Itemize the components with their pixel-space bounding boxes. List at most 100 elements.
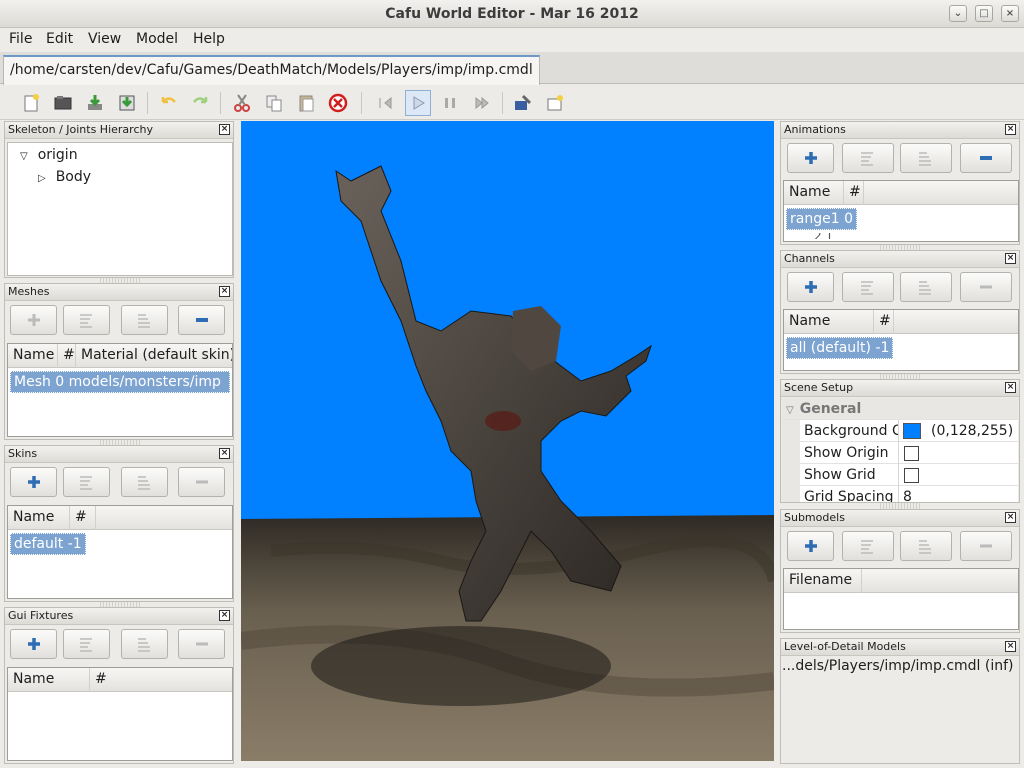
remove-submodel-button[interactable] [960,531,1012,561]
gui-fixtures-list[interactable]: Name # [7,667,233,761]
submodels-list[interactable]: Filename [783,568,1019,630]
redo-icon[interactable] [187,90,213,116]
document-tab[interactable]: /home/carsten/dev/Cafu/Games/DeathMatch/… [3,55,540,85]
list-item[interactable]: all (default) -1 [784,334,1018,362]
background-color-swatch[interactable] [903,423,921,439]
property-row[interactable]: Show Origin [782,442,1018,464]
pause-icon[interactable] [437,90,463,116]
list-item[interactable]: Mesh 0 models/monsters/imp [8,368,232,396]
expanded-arrow-icon[interactable]: ▽ [20,151,28,162]
add-mesh-button[interactable] [10,305,57,335]
move-up-channel-button[interactable] [842,272,894,302]
list-item[interactable]: ...dels/Players/imp/imp.cmdl (inf) [781,656,1019,676]
meshes-list[interactable]: Name # Material (default skin) Mesh 0 mo… [7,343,233,437]
collapsed-arrow-icon[interactable]: ▷ [38,173,46,184]
close-panel-icon[interactable]: × [219,448,230,459]
new-icon[interactable] [18,90,44,116]
channels-list[interactable]: Name # all (default) -1 [783,309,1019,371]
property-row[interactable]: Grid Spacing 8 [782,486,1018,502]
menu-file[interactable]: File [9,31,32,47]
menu-model[interactable]: Model [136,31,178,47]
move-down-submodel-button[interactable] [900,531,952,561]
column-material[interactable]: Material (default skin) [76,344,232,368]
list-item[interactable]: default -1 [8,530,232,558]
settings-icon[interactable] [510,90,536,116]
undo-icon[interactable] [156,90,182,116]
save-as-icon[interactable] [114,90,140,116]
add-animation-button[interactable] [787,143,834,173]
column-number[interactable]: # [70,506,96,530]
copy-icon[interactable] [261,90,287,116]
menu-help[interactable]: Help [193,31,225,47]
rewind-icon[interactable] [373,90,399,116]
remove-channel-button[interactable] [960,272,1012,302]
add-gui-fixture-button[interactable] [10,629,57,659]
new-window-icon[interactable] [542,90,568,116]
move-up-gui-button[interactable] [63,629,110,659]
list-item[interactable]: range1 0 [784,205,1018,233]
minimize-button[interactable]: ⌄ [949,5,967,22]
property-grid[interactable]: ▽ General Background C (0,128,255) Show O… [782,398,1018,502]
property-row[interactable]: Show Grid [782,464,1018,486]
column-filename[interactable]: Filename [784,569,862,593]
close-panel-icon[interactable]: × [1005,512,1016,523]
column-name[interactable]: Name [784,310,874,334]
property-value[interactable]: 8 [903,486,912,502]
close-panel-icon[interactable]: × [1005,382,1016,393]
column-number[interactable]: # [90,668,140,692]
close-panel-icon[interactable]: × [1005,124,1016,135]
close-panel-icon[interactable]: × [219,610,230,621]
paste-icon[interactable] [293,90,319,116]
add-submodel-button[interactable] [787,531,834,561]
move-down-animation-button[interactable] [900,143,952,173]
skeleton-tree[interactable]: ▽ origin ▷ Body [7,142,233,276]
skins-list[interactable]: Name # default -1 [7,505,233,599]
property-value[interactable]: (0,128,255) [931,420,1013,442]
open-icon[interactable] [50,90,76,116]
remove-animation-button[interactable] [960,143,1012,173]
remove-skin-button[interactable] [178,467,225,497]
menu-edit[interactable]: Edit [46,31,73,47]
move-down-channel-button[interactable] [900,272,952,302]
save-icon[interactable] [82,90,108,116]
column-name[interactable]: Name [8,506,70,530]
3d-viewport[interactable] [241,121,774,761]
move-up-skin-button[interactable] [63,467,110,497]
move-down-gui-button[interactable] [121,629,168,659]
play-icon[interactable] [405,90,431,116]
property-category[interactable]: ▽ General [782,398,1018,420]
tree-node[interactable]: ▽ origin [8,145,232,167]
add-skin-button[interactable] [10,467,57,497]
fast-forward-icon[interactable] [469,90,495,116]
move-down-mesh-button[interactable] [121,305,168,335]
tree-node[interactable]: ▷ Body [8,167,232,189]
close-panel-icon[interactable]: × [219,124,230,135]
maximize-button[interactable]: □ [975,5,993,22]
column-number[interactable]: # [58,344,76,368]
move-up-animation-button[interactable] [842,143,894,173]
column-name[interactable]: Name [8,344,58,368]
column-name[interactable]: Name [8,668,90,692]
property-row[interactable]: Background C (0,128,255) [782,420,1018,442]
menu-view[interactable]: View [88,31,121,47]
expanded-arrow-icon[interactable]: ▽ [786,405,794,416]
column-name[interactable]: Name [784,181,844,205]
list-item[interactable]: 2 1 [784,233,1018,239]
animations-list[interactable]: Name # range1 0 2 1 [783,180,1019,242]
cut-icon[interactable] [229,90,255,116]
close-panel-icon[interactable]: × [1005,253,1016,264]
remove-mesh-button[interactable] [178,305,225,335]
column-number[interactable]: # [844,181,864,205]
remove-gui-button[interactable] [178,629,225,659]
move-up-mesh-button[interactable] [63,305,110,335]
show-origin-checkbox[interactable] [904,446,919,461]
column-number[interactable]: # [874,310,894,334]
add-channel-button[interactable] [787,272,834,302]
move-up-submodel-button[interactable] [842,531,894,561]
close-panel-icon[interactable]: × [219,286,230,297]
delete-icon[interactable] [325,90,351,116]
show-grid-checkbox[interactable] [904,468,919,483]
close-window-button[interactable]: × [1001,5,1019,22]
move-down-skin-button[interactable] [121,467,168,497]
close-panel-icon[interactable]: × [1005,641,1016,652]
